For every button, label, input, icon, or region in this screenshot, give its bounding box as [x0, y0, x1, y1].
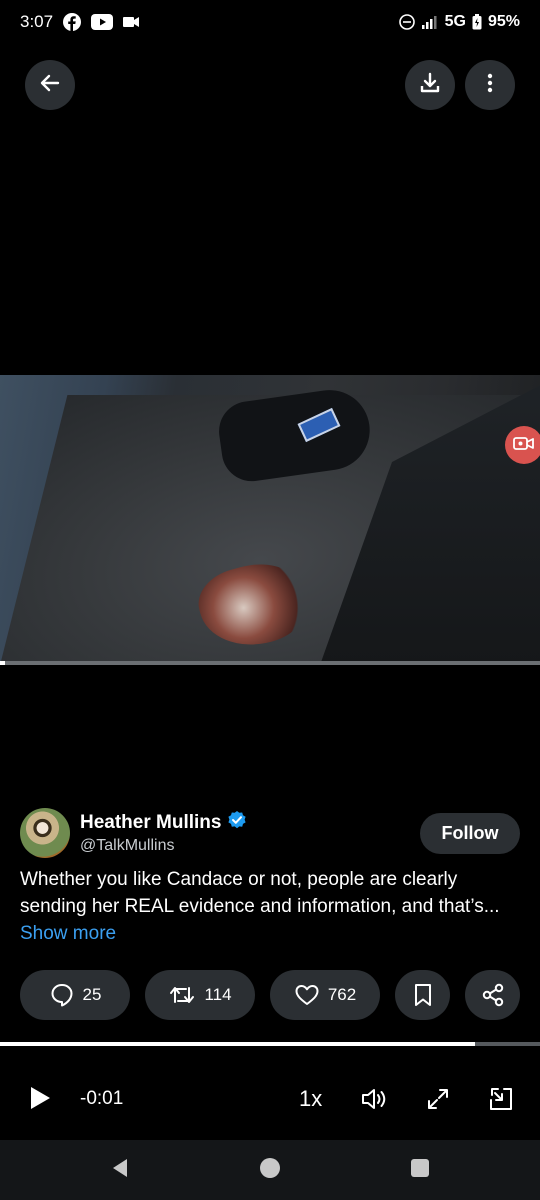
network-type: 5G: [444, 13, 466, 30]
playback-scrubber[interactable]: [0, 1042, 540, 1046]
minimize-player-button[interactable]: [484, 1084, 518, 1118]
author-name[interactable]: Heather Mullins: [80, 812, 221, 834]
share-icon: [480, 982, 506, 1008]
repost-icon: [168, 982, 196, 1008]
nav-home-button[interactable]: [245, 1140, 295, 1200]
nav-recents-button[interactable]: [395, 1140, 445, 1200]
post-text: Whether you like Candace or not, people …: [20, 866, 520, 947]
status-time: 3:07: [20, 12, 54, 31]
show-more-link[interactable]: Show more: [20, 923, 116, 944]
signal-icon: [421, 15, 439, 29]
do-not-disturb-icon: [398, 14, 415, 30]
playback-speed-button[interactable]: 1x: [299, 1086, 322, 1112]
fullscreen-button[interactable]: [421, 1084, 455, 1118]
repost-button[interactable]: 114: [145, 970, 255, 1020]
video-progress-fill: [0, 661, 6, 665]
bookmark-button[interactable]: [395, 970, 450, 1020]
volume-button[interactable]: [358, 1084, 392, 1118]
back-arrow-icon: [38, 71, 62, 100]
nav-recents-icon: [410, 1158, 430, 1183]
fullscreen-icon: [425, 1086, 451, 1117]
video-camera-icon: [123, 16, 140, 28]
author-handle[interactable]: @TalkMullins: [80, 837, 174, 855]
battery-percent: 95%: [487, 13, 520, 30]
minimize-icon: [488, 1086, 514, 1117]
video-player[interactable]: [0, 375, 540, 665]
battery-icon: [472, 14, 482, 30]
youtube-icon: [91, 14, 114, 30]
nav-back-icon: [110, 1157, 130, 1184]
more-options-button[interactable]: [465, 60, 515, 110]
volume-icon: [360, 1086, 390, 1117]
reply-count: 25: [82, 985, 102, 1004]
nav-home-icon: [259, 1157, 281, 1184]
avatar[interactable]: [20, 808, 70, 858]
status-bar: 3:07 5G 95%: [0, 0, 540, 44]
back-button[interactable]: [25, 60, 75, 110]
download-button[interactable]: [405, 60, 455, 110]
record-button[interactable]: [505, 426, 540, 464]
post-body: Whether you like Candace or not, people …: [20, 869, 500, 917]
like-button[interactable]: 762: [270, 970, 380, 1020]
more-vertical-icon: [478, 71, 502, 100]
time-remaining: -0:01: [80, 1088, 124, 1109]
play-icon: [28, 1085, 52, 1116]
nav-back-button[interactable]: [95, 1140, 145, 1200]
like-count: 762: [327, 985, 357, 1004]
play-button[interactable]: [22, 1082, 58, 1118]
video-record-icon: [513, 435, 535, 456]
share-button[interactable]: [465, 970, 520, 1020]
reply-button[interactable]: 25: [20, 970, 130, 1020]
author-name-row[interactable]: Heather Mullins: [80, 810, 247, 836]
playback-scrubber-fill: [0, 1042, 476, 1046]
video-progress-track[interactable]: [0, 661, 540, 665]
bookmark-icon: [412, 982, 434, 1008]
reply-icon: [49, 982, 75, 1008]
like-icon: [294, 983, 320, 1007]
verified-badge-icon: [227, 810, 247, 836]
repost-count: 114: [204, 985, 232, 1004]
follow-button[interactable]: Follow: [420, 813, 520, 854]
download-icon: [418, 71, 442, 100]
facebook-icon: [63, 13, 82, 31]
system-nav-bar: [0, 1140, 540, 1200]
